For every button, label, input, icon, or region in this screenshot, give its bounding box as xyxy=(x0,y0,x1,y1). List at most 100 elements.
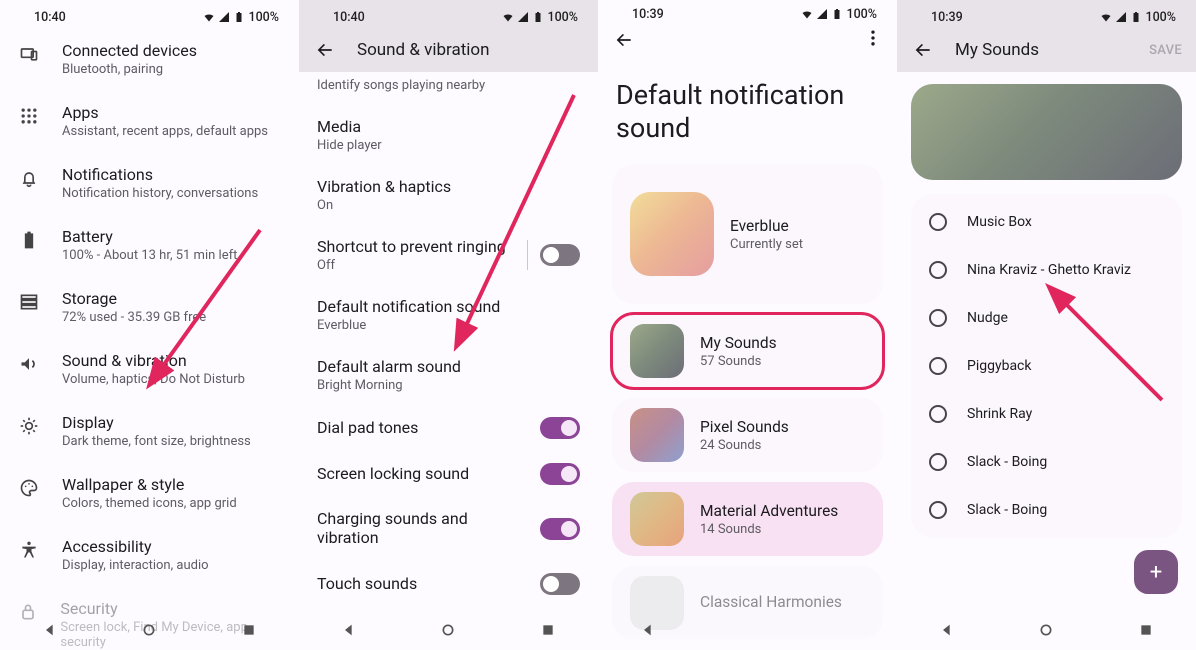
row-default-alarm-sound[interactable]: Default alarm soundBright Morning xyxy=(299,345,598,405)
radio-row[interactable]: Piggyback xyxy=(911,342,1182,390)
battery-icon xyxy=(18,227,40,250)
screen-default-notification-sound: 10:39 100% Default notification sound Ev… xyxy=(598,0,897,650)
row-charging-sounds[interactable]: Charging sounds and vibration xyxy=(299,497,598,561)
back-button[interactable] xyxy=(313,38,337,62)
back-button[interactable] xyxy=(911,38,935,62)
settings-list[interactable]: Connected devices Bluetooth, pairing Apps… xyxy=(0,28,299,650)
save-button[interactable]: SAVE xyxy=(1149,43,1182,58)
status-right: 100% xyxy=(502,10,578,25)
nav-home[interactable] xyxy=(1037,621,1055,639)
radio-icon[interactable] xyxy=(929,357,947,375)
radio-row[interactable]: Nina Kraviz - Ghetto Kraviz xyxy=(911,246,1182,294)
row-sub: Bluetooth, pairing xyxy=(62,62,197,77)
row-connected-devices[interactable]: Connected devices Bluetooth, pairing xyxy=(0,28,299,90)
status-time: 10:40 xyxy=(333,10,365,25)
nav-recent[interactable] xyxy=(838,621,856,639)
row-apps[interactable]: Apps Assistant, recent apps, default apps xyxy=(0,90,299,152)
status-bar: 10:39 100% xyxy=(598,0,897,23)
volume-icon xyxy=(18,351,40,374)
card-title: Classical Harmonies xyxy=(700,593,842,611)
row-sub: 100% - About 13 hr, 51 min left xyxy=(62,248,237,263)
row-sub: 72% used - 35.39 GB free xyxy=(62,310,206,325)
switch-screenlock[interactable] xyxy=(540,463,580,485)
fab-add-sound[interactable]: + xyxy=(1134,550,1178,594)
row-battery[interactable]: Battery 100% - About 13 hr, 51 min left xyxy=(0,214,299,276)
row-accessibility[interactable]: AccessibilityDisplay, interaction, audio xyxy=(0,524,299,586)
radio-row[interactable]: Nudge xyxy=(911,294,1182,342)
row-dial-pad-tones[interactable]: Dial pad tones xyxy=(299,405,598,451)
card-pixel-sounds[interactable]: Pixel Sounds24 Sounds xyxy=(612,398,883,472)
thumbnail xyxy=(630,192,714,276)
screen-my-sounds: 10:39 100% My Sounds SAVE Music Box Nina… xyxy=(897,0,1196,650)
more-button[interactable] xyxy=(863,28,883,52)
switch-touch[interactable] xyxy=(540,573,580,595)
nav-home[interactable] xyxy=(439,621,457,639)
sound-settings-list[interactable]: Identify songs playing nearby MediaHide … xyxy=(299,72,598,650)
row-sub: Bright Morning xyxy=(317,378,580,393)
radio-icon[interactable] xyxy=(929,309,947,327)
back-button[interactable] xyxy=(612,28,636,52)
radio-row[interactable]: Music Box xyxy=(911,198,1182,246)
row-title: Battery xyxy=(62,227,237,246)
app-bar: My Sounds SAVE xyxy=(897,28,1196,72)
battery-icon xyxy=(1130,11,1142,23)
row-touch-sounds[interactable]: Touch sounds xyxy=(299,561,598,607)
row-media[interactable]: MediaHide player xyxy=(299,105,598,165)
row-title: Accessibility xyxy=(62,537,209,556)
card-title: My Sounds xyxy=(700,334,777,352)
nav-back[interactable] xyxy=(938,621,956,639)
nav-back[interactable] xyxy=(41,621,59,639)
card-my-sounds[interactable]: My Sounds57 Sounds xyxy=(612,314,883,388)
radio-icon[interactable] xyxy=(929,501,947,519)
nav-home[interactable] xyxy=(738,621,756,639)
nav-back[interactable] xyxy=(639,621,657,639)
radio-label: Slack - Boing xyxy=(967,502,1047,518)
row-sub: Everblue xyxy=(317,318,580,333)
row-display[interactable]: Display Dark theme, font size, brightness xyxy=(0,400,299,462)
radio-row[interactable]: Shrink Ray xyxy=(911,390,1182,438)
row-default-notification-sound[interactable]: Default notification soundEverblue xyxy=(299,285,598,345)
card-material-adventures[interactable]: Material Adventures14 Sounds xyxy=(612,482,883,556)
nav-home[interactable] xyxy=(140,621,158,639)
status-right: 100% xyxy=(801,7,877,22)
screen-settings-main: 10:40 100% Connected devicesBluetooth, p… xyxy=(0,0,299,650)
app-bar-title: My Sounds xyxy=(955,40,1039,60)
row-title: Storage xyxy=(62,289,206,308)
sound-radio-list[interactable]: Music Box Nina Kraviz - Ghetto Kraviz Nu… xyxy=(911,194,1182,538)
row-notifications[interactable]: NotificationsNotification history, conve… xyxy=(0,152,299,214)
status-battery: 100% xyxy=(547,10,578,25)
nav-recent[interactable] xyxy=(539,621,557,639)
row-sound-vibration[interactable]: Sound & vibrationVolume, haptics, Do Not… xyxy=(0,338,299,400)
row-sub: Assistant, recent apps, default apps xyxy=(62,124,268,139)
radio-icon[interactable] xyxy=(929,261,947,279)
switch-shortcut[interactable] xyxy=(540,244,580,266)
row-title: Notifications xyxy=(62,165,258,184)
radio-row[interactable]: Slack - Boing xyxy=(911,438,1182,486)
row-sub: Dark theme, font size, brightness xyxy=(62,434,251,449)
card-everblue[interactable]: EverblueCurrently set xyxy=(612,164,883,304)
row-storage[interactable]: Storage 72% used - 35.39 GB free xyxy=(0,276,299,338)
accessibility-icon xyxy=(18,537,40,560)
radio-row[interactable]: Slack - Boing xyxy=(911,486,1182,534)
row-now-playing[interactable]: Identify songs playing nearby xyxy=(299,72,598,105)
row-screen-locking-sound[interactable]: Screen locking sound xyxy=(299,451,598,497)
row-title: Shortcut to prevent ringing xyxy=(317,237,515,256)
row-wallpaper[interactable]: Wallpaper & styleColors, themed icons, a… xyxy=(0,462,299,524)
nav-recent[interactable] xyxy=(1137,621,1155,639)
radio-icon[interactable] xyxy=(929,213,947,231)
status-bar: 10:39 100% xyxy=(897,0,1196,28)
radio-icon[interactable] xyxy=(929,453,947,471)
radio-icon[interactable] xyxy=(929,405,947,423)
apps-icon xyxy=(18,103,40,126)
wifi-icon xyxy=(1100,11,1112,23)
status-bar: 10:40 100% xyxy=(299,0,598,28)
nav-back[interactable] xyxy=(340,621,358,639)
switch-dialpad[interactable] xyxy=(540,417,580,439)
row-vibration-haptics[interactable]: Vibration & hapticsOn xyxy=(299,165,598,225)
switch-charging[interactable] xyxy=(540,518,580,540)
row-title: Display xyxy=(62,413,251,432)
nav-recent[interactable] xyxy=(240,621,258,639)
row-shortcut-prevent-ringing[interactable]: Shortcut to prevent ringingOff xyxy=(299,225,598,285)
row-title: Connected devices xyxy=(62,41,197,60)
row-title: Apps xyxy=(62,103,268,122)
